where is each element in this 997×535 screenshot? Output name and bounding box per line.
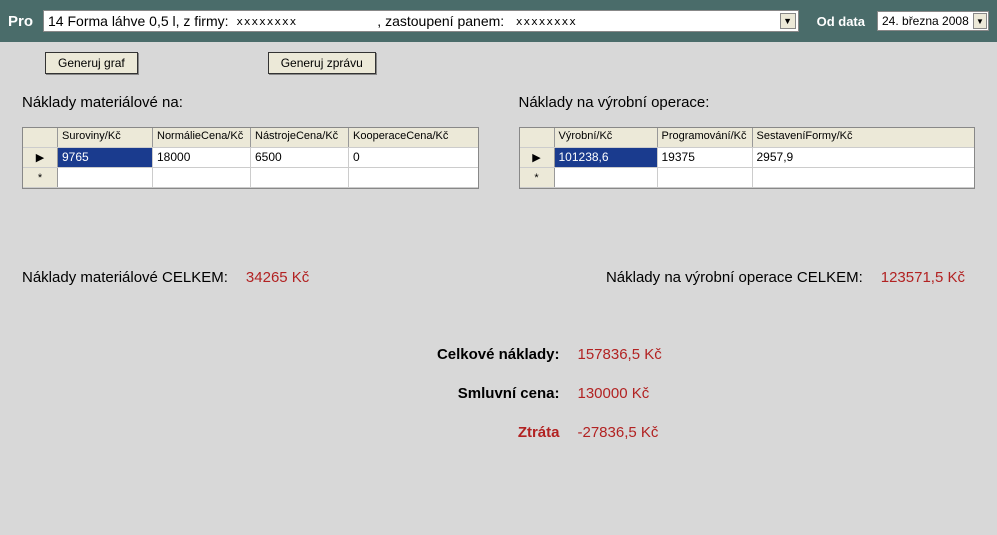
cell[interactable] (658, 168, 753, 187)
operations-total-label: Náklady na výrobní operace CELKEM: (606, 269, 863, 286)
col-header[interactable]: Programování/Kč (658, 128, 753, 147)
cell[interactable] (349, 168, 464, 187)
table-row-new[interactable]: * (520, 168, 975, 188)
table-row[interactable]: ▶ 9765 18000 6500 0 (23, 148, 478, 168)
col-header[interactable]: NormálieCena/Kč (153, 128, 251, 147)
row-pointer-icon[interactable]: ▶ (23, 148, 58, 167)
operations-grid[interactable]: Výrobní/Kč Programování/Kč SestaveníForm… (519, 127, 976, 189)
cell[interactable]: 9765 (58, 148, 153, 167)
chevron-down-icon[interactable]: ▼ (973, 13, 987, 29)
total-cost-label: Celkové náklady: (280, 346, 560, 363)
material-costs-title: Náklady materiálové na: (22, 94, 479, 111)
chevron-down-icon[interactable]: ▼ (780, 13, 796, 29)
row-new-icon[interactable]: * (520, 168, 555, 187)
cell[interactable]: 0 (349, 148, 464, 167)
loss-value: -27836,5 Kč (578, 424, 718, 441)
od-data-label: Od data (817, 14, 865, 29)
table-row-new[interactable]: * (23, 168, 478, 188)
col-header[interactable]: NástrojeCena/Kč (251, 128, 349, 147)
contract-price-value: 130000 Kč (578, 385, 718, 402)
total-cost-value: 157836,5 Kč (578, 346, 718, 363)
button-row: Generuj graf Generuj zprávu (0, 42, 997, 84)
main-combo-mask2: xxxxxxxx (516, 15, 577, 28)
cell[interactable] (251, 168, 349, 187)
cell[interactable]: 2957,9 (753, 148, 860, 167)
generate-graph-button[interactable]: Generuj graf (45, 52, 138, 74)
row-selector-header (520, 128, 555, 147)
main-combo[interactable]: 14 Forma láhve 0,5 l, z firmy: xxxxxxxx … (43, 10, 799, 32)
row-selector-header (23, 128, 58, 147)
top-bar: Pro 14 Forma láhve 0,5 l, z firmy: xxxxx… (0, 0, 997, 42)
date-value: 24. března 2008 (882, 14, 969, 28)
material-total-value: 34265 Kč (246, 269, 309, 286)
main-combo-mid: , zastoupení panem: (377, 13, 504, 29)
pro-label: Pro (8, 13, 33, 30)
col-header[interactable]: Výrobní/Kč (555, 128, 658, 147)
operation-costs-title: Náklady na výrobní operace: (519, 94, 976, 111)
row-pointer-icon[interactable]: ▶ (520, 148, 555, 167)
material-grid[interactable]: Suroviny/Kč NormálieCena/Kč NástrojeCena… (22, 127, 479, 189)
col-header[interactable]: Suroviny/Kč (58, 128, 153, 147)
cell[interactable]: 19375 (658, 148, 753, 167)
cell[interactable] (58, 168, 153, 187)
operations-total-value: 123571,5 Kč (881, 269, 965, 286)
cell[interactable]: 18000 (153, 148, 251, 167)
grid-header-row: Suroviny/Kč NormálieCena/Kč NástrojeCena… (23, 128, 478, 148)
cell[interactable]: 6500 (251, 148, 349, 167)
cell[interactable] (753, 168, 860, 187)
contract-price-label: Smluvní cena: (280, 385, 560, 402)
main-combo-prefix: 14 Forma láhve 0,5 l, z firmy: (48, 13, 229, 29)
col-header[interactable]: SestaveníFormy/Kč (753, 128, 860, 147)
table-row[interactable]: ▶ 101238,6 19375 2957,9 (520, 148, 975, 168)
cell[interactable]: 101238,6 (555, 148, 658, 167)
material-total-label: Náklady materiálové CELKEM: (22, 269, 228, 286)
loss-label: Ztráta (280, 424, 560, 441)
main-combo-mask1: xxxxxxxx (236, 15, 297, 28)
row-new-icon[interactable]: * (23, 168, 58, 187)
cell[interactable] (555, 168, 658, 187)
grid-header-row: Výrobní/Kč Programování/Kč SestaveníForm… (520, 128, 975, 148)
generate-report-button[interactable]: Generuj zprávu (268, 52, 376, 74)
cell[interactable] (153, 168, 251, 187)
date-combo[interactable]: 24. března 2008 ▼ (877, 11, 989, 31)
col-header[interactable]: KooperaceCena/Kč (349, 128, 464, 147)
